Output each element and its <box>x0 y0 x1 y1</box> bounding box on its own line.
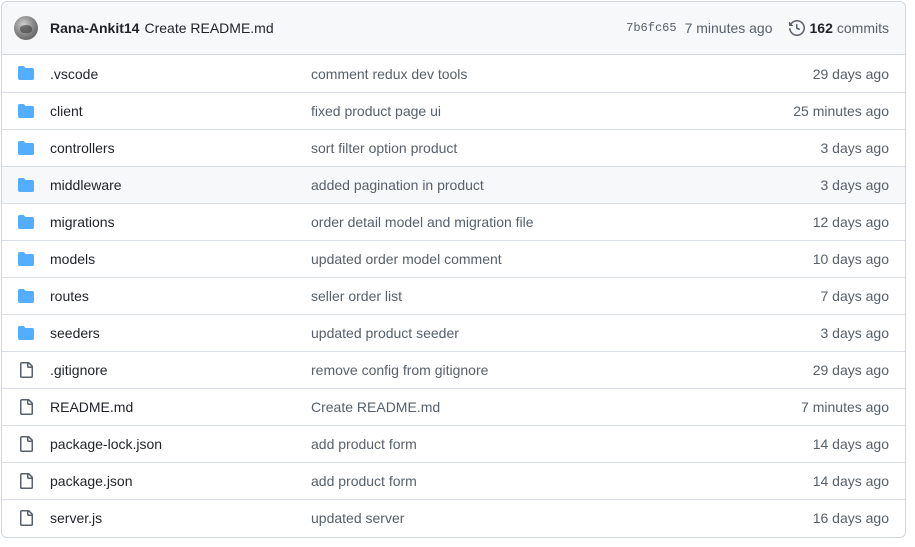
file-commit-age: 14 days ago <box>812 436 889 452</box>
file-commit-message-link[interactable]: add product form <box>311 436 417 452</box>
file-icon <box>18 473 34 489</box>
file-commit-message-link[interactable]: seller order list <box>311 288 402 304</box>
file-commit-message-link[interactable]: added pagination in product <box>311 177 484 193</box>
file-row-server-js[interactable]: server.js updated server 16 days ago <box>2 499 905 536</box>
file-row-readme-md[interactable]: README.md Create README.md 7 minutes ago <box>2 388 905 425</box>
file-row-client[interactable]: client fixed product page ui 25 minutes … <box>2 92 905 129</box>
file-name-link[interactable]: models <box>50 251 95 267</box>
file-icon <box>18 362 34 378</box>
file-commit-message-link[interactable]: remove config from gitignore <box>311 362 488 378</box>
file-name-link[interactable]: middleware <box>50 177 122 193</box>
file-commit-message-link[interactable]: order detail model and migration file <box>311 214 534 230</box>
file-commit-age: 7 minutes ago <box>801 399 889 415</box>
commit-message-link[interactable]: Create README.md <box>144 20 273 36</box>
file-row-package-lock-json[interactable]: package-lock.json add product form 14 da… <box>2 425 905 462</box>
file-list: .vscode comment redux dev tools 29 days … <box>2 55 905 536</box>
file-commit-age: 3 days ago <box>820 140 890 156</box>
file-commit-age: 3 days ago <box>820 325 890 341</box>
file-row-vscode[interactable]: .vscode comment redux dev tools 29 days … <box>2 55 905 92</box>
commit-sha-link[interactable]: 7b6fc65 <box>626 21 676 35</box>
file-name-link[interactable]: controllers <box>50 140 115 156</box>
file-commit-age: 10 days ago <box>812 251 889 267</box>
commit-author-link[interactable]: Rana-Ankit14 <box>50 20 139 36</box>
file-name-link[interactable]: package.json <box>50 473 133 489</box>
folder-icon <box>18 288 34 304</box>
folder-icon <box>18 214 34 230</box>
history-icon <box>788 20 805 36</box>
file-name-link[interactable]: client <box>50 103 83 119</box>
folder-icon <box>18 103 34 119</box>
file-browser: Rana-Ankit14 Create README.md 7b6fc65 7 … <box>1 1 906 538</box>
folder-icon <box>18 325 34 341</box>
file-icon <box>18 436 34 452</box>
file-commit-message-link[interactable]: fixed product page ui <box>311 103 441 119</box>
file-commit-message-link[interactable]: updated order model comment <box>311 251 502 267</box>
commit-word: commits <box>836 20 889 36</box>
file-row-migrations[interactable]: migrations order detail model and migrat… <box>2 203 905 240</box>
file-name-link[interactable]: migrations <box>50 214 115 230</box>
file-commit-age: 16 days ago <box>812 510 889 526</box>
file-commit-age: 14 days ago <box>812 473 889 489</box>
author-avatar[interactable] <box>14 16 38 40</box>
file-commit-age: 12 days ago <box>812 214 889 230</box>
file-commit-message-link[interactable]: add product form <box>311 473 417 489</box>
file-row-routes[interactable]: routes seller order list 7 days ago <box>2 277 905 314</box>
file-commit-age: 25 minutes ago <box>793 103 889 119</box>
file-row-controllers[interactable]: controllers sort filter option product 3… <box>2 129 905 166</box>
file-row-gitignore[interactable]: .gitignore remove config from gitignore … <box>2 351 905 388</box>
folder-icon <box>18 65 34 81</box>
latest-commit-bar: Rana-Ankit14 Create README.md 7b6fc65 7 … <box>2 2 905 55</box>
commit-history-link[interactable]: 162 commits <box>788 20 889 36</box>
file-commit-message-link[interactable]: Create README.md <box>311 399 440 415</box>
file-commit-message-link[interactable]: sort filter option product <box>311 140 457 156</box>
file-name-link[interactable]: routes <box>50 288 89 304</box>
file-icon <box>18 399 34 415</box>
file-commit-message-link[interactable]: updated product seeder <box>311 325 459 341</box>
file-commit-age: 7 days ago <box>820 288 890 304</box>
commit-time: 7 minutes ago <box>684 20 773 36</box>
folder-icon <box>18 140 34 156</box>
file-commit-age: 29 days ago <box>812 65 889 82</box>
file-commit-message-link[interactable]: updated server <box>311 510 404 526</box>
folder-icon <box>18 177 34 193</box>
file-name-link[interactable]: .gitignore <box>50 362 108 378</box>
file-name-link[interactable]: package-lock.json <box>50 436 162 452</box>
file-row-seeders[interactable]: seeders updated product seeder 3 days ag… <box>2 314 905 351</box>
file-name-link[interactable]: seeders <box>50 325 100 341</box>
file-row-models[interactable]: models updated order model comment 10 da… <box>2 240 905 277</box>
file-name-link[interactable]: .vscode <box>50 66 98 82</box>
file-row-middleware[interactable]: middleware added pagination in product 3… <box>2 166 905 203</box>
file-icon <box>18 510 34 526</box>
file-commit-message-link[interactable]: comment redux dev tools <box>311 66 467 82</box>
commit-count: 162 <box>809 20 833 36</box>
file-commit-age: 29 days ago <box>812 362 889 378</box>
file-name-link[interactable]: server.js <box>50 510 102 526</box>
file-commit-age: 3 days ago <box>820 177 890 193</box>
file-row-package-json[interactable]: package.json add product form 14 days ag… <box>2 462 905 499</box>
folder-icon <box>18 251 34 267</box>
file-name-link[interactable]: README.md <box>50 399 133 415</box>
